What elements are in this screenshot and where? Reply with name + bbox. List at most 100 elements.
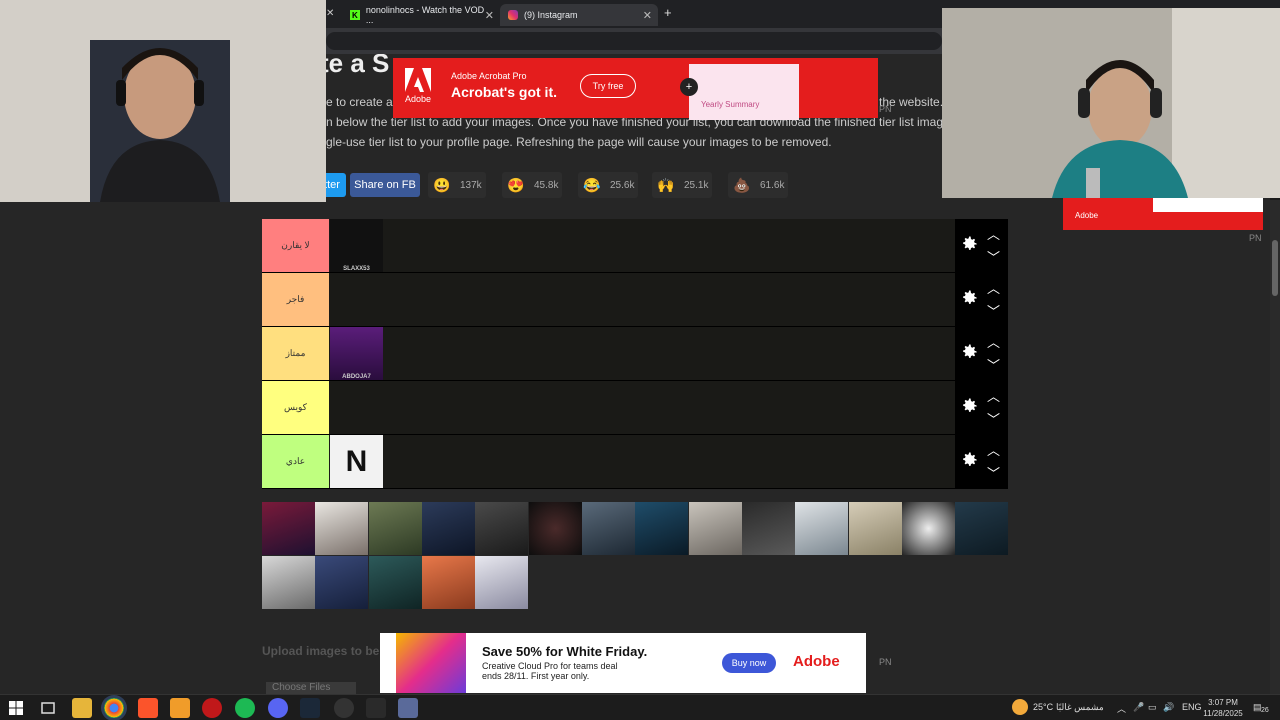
tier-items-dropzone[interactable]: ABDOJA7: [329, 327, 955, 380]
app-icon[interactable]: [202, 698, 222, 718]
tier-label[interactable]: فاجر: [262, 273, 329, 326]
chrome-icon[interactable]: [104, 698, 124, 718]
windows-start-icon[interactable]: [6, 698, 26, 718]
pool-image[interactable]: [422, 502, 475, 555]
reaction-laugh-button[interactable]: 😂 25.6k: [578, 172, 639, 198]
move-up-chevron-icon[interactable]: ︿: [987, 278, 1000, 297]
tier-item-image[interactable]: SLAXX53: [330, 219, 383, 272]
pool-image[interactable]: [582, 502, 635, 555]
pool-image[interactable]: [742, 502, 795, 555]
system-clock[interactable]: 3:07 PM 11/28/2025: [1196, 697, 1250, 719]
ad-choice-label: PN: [1249, 233, 1262, 243]
weather-icon[interactable]: [1012, 699, 1028, 715]
pool-image[interactable]: [422, 556, 475, 609]
tray-expand-chevron-icon[interactable]: ︿: [1117, 702, 1126, 715]
tier-list: لا يقارن SLAXX53 ︿ ﹀ فاجر ︿ ﹀ ممتاز ABDO…: [262, 219, 1008, 489]
move-up-chevron-icon[interactable]: ︿: [987, 224, 1000, 243]
move-up-chevron-icon[interactable]: ︿: [987, 440, 1000, 459]
microphone-icon[interactable]: 🎤: [1133, 702, 1144, 713]
app-icon[interactable]: [170, 698, 190, 718]
settings-gear-icon[interactable]: [959, 450, 979, 470]
pool-image[interactable]: [369, 502, 422, 555]
app-icon[interactable]: [366, 698, 386, 718]
pool-image[interactable]: [475, 502, 528, 555]
adobe-a-icon: [405, 68, 431, 92]
tier-item-image[interactable]: ABDOJA7: [330, 327, 383, 380]
pool-image[interactable]: [635, 502, 688, 555]
tier-label[interactable]: عادي: [262, 435, 329, 488]
tier-item-image[interactable]: N: [330, 435, 383, 488]
settings-gear-icon[interactable]: [959, 342, 979, 362]
tier-label[interactable]: لا يقارن: [262, 219, 329, 272]
clock-time: 3:07 PM: [1208, 698, 1238, 707]
reaction-love-button[interactable]: 😍 45.8k: [502, 172, 563, 198]
tier-items-dropzone[interactable]: SLAXX53: [329, 219, 955, 272]
reaction-smile-button[interactable]: 😃 137k: [428, 172, 486, 198]
discord-icon[interactable]: [268, 698, 288, 718]
move-up-chevron-icon[interactable]: ︿: [987, 386, 1000, 405]
move-down-chevron-icon[interactable]: ﹀: [987, 409, 1000, 428]
settings-gear-icon[interactable]: [959, 396, 979, 416]
pool-image[interactable]: [262, 556, 315, 609]
close-tab-icon[interactable]: ✕: [485, 9, 494, 22]
try-free-button[interactable]: Try free: [580, 74, 636, 98]
move-up-chevron-icon[interactable]: ︿: [987, 332, 1000, 351]
tier-items-dropzone[interactable]: [329, 273, 955, 326]
task-view-icon[interactable]: [38, 698, 58, 718]
tier-items-dropzone[interactable]: [329, 381, 955, 434]
tier-label[interactable]: كويس: [262, 381, 329, 434]
settings-gear-icon[interactable]: [959, 288, 979, 308]
windows-taskbar: 25°C مشمس غالبًا ︿ 🎤 ▭ 🔊 ENG 3:07 PM 11/…: [0, 694, 1280, 720]
reaction-poop-button[interactable]: 💩 61.6k: [728, 172, 789, 198]
adobe-acrobat-ad[interactable]: Adobe Adobe Acrobat Pro Acrobat's got it…: [393, 58, 878, 120]
pool-image[interactable]: [902, 502, 955, 555]
settings-gear-icon[interactable]: [959, 234, 979, 254]
move-down-chevron-icon[interactable]: ﹀: [987, 247, 1000, 266]
spotify-icon[interactable]: [235, 698, 255, 718]
url-field[interactable]: [326, 32, 942, 50]
adobe-side-ad[interactable]: Adobe: [1063, 198, 1263, 230]
scrollbar-thumb[interactable]: [1272, 240, 1278, 296]
buy-now-button[interactable]: Buy now: [722, 653, 776, 673]
steam-icon[interactable]: [300, 698, 320, 718]
move-down-chevron-icon[interactable]: ﹀: [987, 301, 1000, 320]
pool-image[interactable]: [955, 502, 1008, 555]
reaction-hands-button[interactable]: 🙌 25.1k: [652, 172, 713, 198]
tier-label[interactable]: ممتاز: [262, 327, 329, 380]
tab-kick[interactable]: K nonolinhocs - Watch the VOD ... ✕: [342, 4, 500, 26]
adobe-creative-cloud-ad[interactable]: Save 50% for White Friday. Creative Clou…: [380, 633, 866, 693]
pool-image[interactable]: [262, 502, 315, 555]
pool-image[interactable]: [369, 556, 422, 609]
file-explorer-icon[interactable]: [72, 698, 92, 718]
page-scrollbar[interactable]: [1270, 200, 1280, 694]
pool-image[interactable]: [475, 556, 528, 609]
ad-product: Adobe Acrobat Pro: [451, 71, 527, 81]
pool-image[interactable]: [315, 556, 368, 609]
new-tab-button[interactable]: +: [664, 5, 672, 20]
pool-image[interactable]: [849, 502, 902, 555]
weather-text[interactable]: مشمس غالبًا: [1056, 702, 1104, 713]
app-icon[interactable]: [398, 698, 418, 718]
network-icon[interactable]: ▭: [1148, 702, 1157, 713]
pool-image[interactable]: [689, 502, 742, 555]
reaction-count: 25.6k: [610, 179, 635, 191]
pool-image[interactable]: [529, 502, 582, 555]
close-tab-icon[interactable]: ✕: [643, 9, 652, 22]
weather-temp[interactable]: 25°C: [1033, 702, 1053, 712]
tab-instagram[interactable]: (9) Instagram ✕: [500, 4, 658, 26]
brave-icon[interactable]: [138, 698, 158, 718]
reaction-count: 25.1k: [684, 179, 709, 191]
move-down-chevron-icon[interactable]: ﹀: [987, 355, 1000, 374]
share-facebook-button[interactable]: Share on FB: [350, 173, 420, 197]
unranked-image-pool[interactable]: [262, 502, 1008, 610]
app-icon[interactable]: [334, 698, 354, 718]
tier-items-dropzone[interactable]: N: [329, 435, 955, 488]
close-tab-icon[interactable]: ✕: [326, 8, 334, 19]
ad-promo-graphic: Yearly Summary: [689, 64, 799, 120]
notification-count: 26: [1261, 707, 1269, 714]
move-down-chevron-icon[interactable]: ﹀: [987, 463, 1000, 482]
ad-artwork: [396, 633, 466, 693]
volume-icon[interactable]: 🔊: [1163, 702, 1174, 713]
pool-image[interactable]: [795, 502, 848, 555]
pool-image[interactable]: [315, 502, 368, 555]
